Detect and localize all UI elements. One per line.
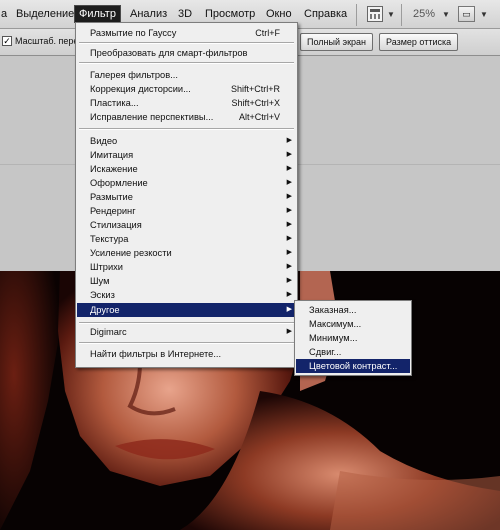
zoom-level[interactable]: 25%: [413, 6, 435, 23]
menu-select[interactable]: Выделение: [15, 6, 75, 23]
minimum-filter-item[interactable]: Минимум...: [296, 331, 410, 345]
filter-gallery-label: Галерея фильтров...: [90, 70, 178, 80]
menu-filter[interactable]: Фильтр: [74, 5, 121, 23]
menu-image-truncated[interactable]: а: [0, 6, 8, 23]
lens-correction-item[interactable]: Коррекция дисторсии... Shift+Ctrl+R: [77, 82, 296, 96]
menu-divider: [79, 128, 294, 130]
submenu-video[interactable]: Видео ▶: [77, 134, 296, 148]
vanishing-point-label: Исправление перспективы...: [90, 112, 214, 122]
print-size-button[interactable]: Размер оттиска: [379, 33, 459, 51]
menu-analysis[interactable]: Анализ: [129, 6, 168, 23]
submenu-label: Текстура: [90, 234, 129, 244]
submenu-noise[interactable]: Шум ▶: [77, 274, 296, 288]
zoom-dropdown-caret-icon[interactable]: ▼: [442, 10, 450, 19]
high-pass-filter-item[interactable]: Цветовой контраст...: [296, 359, 410, 373]
arrange-dropdown-caret-icon[interactable]: ▼: [387, 10, 395, 19]
submenu-label: Стилизация: [90, 220, 142, 230]
menu-divider: [79, 322, 294, 324]
submenu-label: Видео: [90, 136, 118, 146]
filter-menu-dropdown: Размытие по Гауссу Ctrl+F Преобразовать …: [75, 22, 298, 368]
submenu-arrow-icon: ▶: [286, 221, 292, 228]
submenu-arrow-icon: ▶: [286, 235, 292, 242]
submenu-brush-strokes[interactable]: Штрихи ▶: [77, 260, 296, 274]
submenu-sharpen[interactable]: Усиление резкости ▶: [77, 246, 296, 260]
menu-divider: [79, 342, 294, 344]
submenu-arrow-icon: ▶: [286, 151, 292, 158]
submenu-arrow-icon: ▶: [286, 193, 292, 200]
menu-separator: [356, 4, 357, 26]
menu-help[interactable]: Справка: [303, 6, 348, 23]
menu-divider: [79, 62, 294, 64]
screen-mode-icon[interactable]: ▭: [458, 6, 475, 22]
arrange-documents-icon[interactable]: [367, 6, 383, 22]
filter-gallery-item[interactable]: Галерея фильтров...: [77, 68, 296, 82]
submenu-label: Усиление резкости: [90, 248, 172, 258]
liquify-shortcut: Shift+Ctrl+X: [231, 98, 280, 108]
submenu-artistic[interactable]: Имитация ▶: [77, 148, 296, 162]
other-submenu: Заказная... Максимум... Минимум... Сдвиг…: [294, 300, 412, 376]
submenu-label: Размытие: [90, 192, 133, 202]
submenu-stylize[interactable]: Стилизация ▶: [77, 218, 296, 232]
vanishing-point-shortcut: Alt+Ctrl+V: [238, 112, 280, 122]
vanishing-point-item[interactable]: Исправление перспективы... Alt+Ctrl+V: [77, 110, 296, 124]
submenu-other[interactable]: Другое ▶: [77, 303, 296, 317]
submenu-texture[interactable]: Текстура ▶: [77, 232, 296, 246]
lens-correction-shortcut: Shift+Ctrl+R: [230, 84, 280, 94]
menu-separator: [401, 4, 402, 26]
scale-checkbox[interactable]: ✓: [2, 36, 12, 46]
menu-view[interactable]: Просмотр: [204, 6, 256, 23]
submenu-arrow-icon: ▶: [286, 306, 292, 313]
maximum-filter-item[interactable]: Максимум...: [296, 317, 410, 331]
submenu-label: Шум: [90, 276, 110, 286]
scale-checkbox-label: Масштаб. пере: [15, 36, 79, 46]
digimarc-item[interactable]: Digimarc ▶: [77, 325, 296, 339]
submenu-arrow-icon: ▶: [286, 137, 292, 144]
menu-3d[interactable]: 3D: [177, 6, 193, 23]
submenu-label: Эскиз: [90, 290, 115, 300]
submenu-arrow-icon: ▶: [286, 165, 292, 172]
submenu-sketch[interactable]: Эскиз ▶: [77, 288, 296, 302]
submenu-arrow-icon: ▶: [286, 179, 292, 186]
submenu-arrow-icon: ▶: [286, 263, 292, 270]
offset-filter-item[interactable]: Сдвиг...: [296, 345, 410, 359]
submenu-label: Оформление: [90, 178, 148, 188]
submenu-blur[interactable]: Размытие ▶: [77, 190, 296, 204]
submenu-arrow-icon: ▶: [286, 207, 292, 214]
submenu-render[interactable]: Рендеринг ▶: [77, 204, 296, 218]
liquify-item[interactable]: Пластика... Shift+Ctrl+X: [77, 96, 296, 110]
submenu-arrow-icon: ▶: [286, 291, 292, 298]
submenu-label: Рендеринг: [90, 206, 136, 216]
last-filter-label: Размытие по Гауссу: [90, 28, 177, 38]
liquify-label: Пластика...: [90, 98, 139, 108]
lens-correction-label: Коррекция дисторсии...: [90, 84, 191, 94]
browse-filters-online-item[interactable]: Найти фильтры в Интернете...: [77, 347, 296, 361]
submenu-label: Другое: [90, 305, 120, 315]
digimarc-label: Digimarc: [90, 327, 127, 337]
convert-smart-filters-item[interactable]: Преобразовать для смарт-фильтров: [77, 46, 296, 60]
submenu-distort[interactable]: Искажение ▶: [77, 162, 296, 176]
submenu-label: Искажение: [90, 164, 138, 174]
submenu-arrow-icon: ▶: [286, 328, 292, 335]
last-filter-item[interactable]: Размытие по Гауссу Ctrl+F: [77, 26, 296, 40]
fit-screen-button[interactable]: Полный экран: [300, 33, 374, 51]
submenu-pixelate[interactable]: Оформление ▶: [77, 176, 296, 190]
submenu-label: Штрихи: [90, 262, 123, 272]
submenu-label: Имитация: [90, 150, 134, 160]
menu-divider: [79, 42, 294, 44]
menu-window[interactable]: Окно: [265, 6, 293, 23]
last-filter-shortcut: Ctrl+F: [255, 28, 280, 38]
submenu-arrow-icon: ▶: [286, 277, 292, 284]
custom-filter-item[interactable]: Заказная...: [296, 303, 410, 317]
submenu-arrow-icon: ▶: [286, 249, 292, 256]
screen-mode-caret-icon[interactable]: ▼: [480, 10, 488, 19]
